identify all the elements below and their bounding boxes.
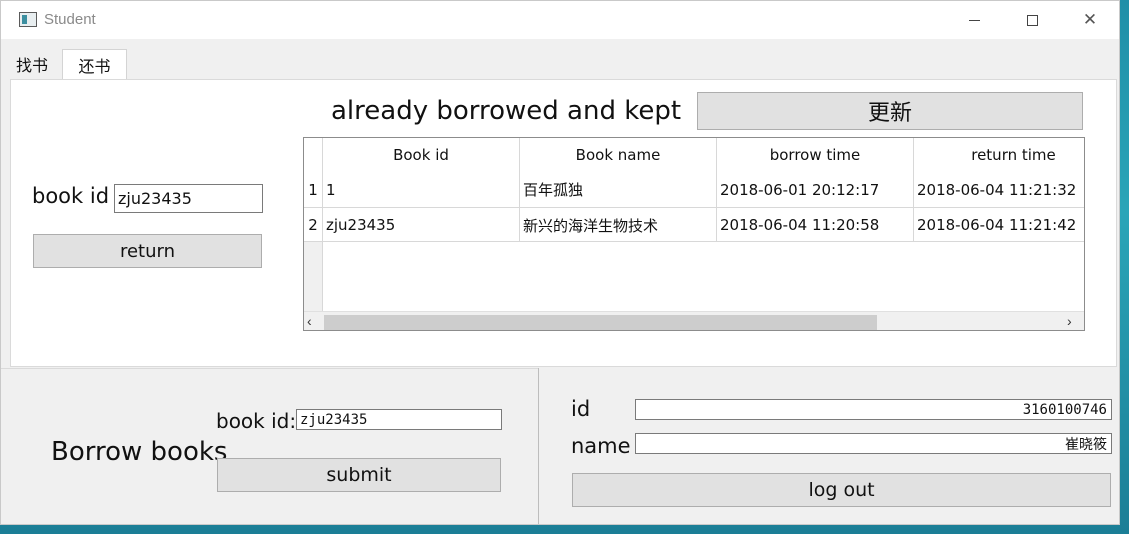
- row-header-2[interactable]: 2: [304, 208, 323, 242]
- borrow-book-id-label: book id:: [216, 409, 297, 433]
- return-tab-panel: book id zju23435 return already borrowed…: [10, 79, 1117, 367]
- title-bar[interactable]: Student ✕: [1, 1, 1119, 39]
- user-id-field[interactable]: 3160100746: [635, 399, 1112, 420]
- student-window: Student ✕ 找书 还书 book id zju23435 return …: [0, 0, 1120, 525]
- column-header-borrow-time[interactable]: borrow time: [717, 138, 914, 172]
- return-button[interactable]: return: [33, 234, 262, 268]
- minimize-button[interactable]: [946, 1, 1002, 39]
- row-header-1[interactable]: 1: [304, 172, 323, 207]
- maximize-icon: [1026, 14, 1038, 26]
- table-cell-book-name[interactable]: 新兴的海洋生物技术: [520, 208, 717, 242]
- submit-button[interactable]: submit: [217, 458, 501, 492]
- borrowed-table: Book id Book name borrow time return tim…: [303, 137, 1085, 331]
- column-header-book-name[interactable]: Book name: [520, 138, 717, 172]
- close-button[interactable]: ✕: [1062, 1, 1118, 39]
- row-divider: [304, 241, 1084, 242]
- user-name-field[interactable]: 崔晓筱: [635, 433, 1112, 454]
- column-header-book-id[interactable]: Book id: [323, 138, 520, 172]
- borrow-books-title: Borrow books: [51, 437, 228, 467]
- logout-button[interactable]: log out: [572, 473, 1111, 507]
- column-header-return-time[interactable]: return time: [914, 138, 1084, 172]
- borrow-book-id-input[interactable]: zju23435: [296, 409, 502, 430]
- scroll-left-icon[interactable]: ‹: [307, 313, 312, 329]
- scrollbar-thumb[interactable]: [324, 315, 877, 330]
- refresh-button[interactable]: 更新: [697, 92, 1083, 130]
- close-icon: ✕: [1082, 10, 1098, 29]
- tab-find-book[interactable]: 找书: [7, 49, 57, 79]
- tab-return-book[interactable]: 还书: [62, 49, 127, 80]
- scroll-right-icon[interactable]: ›: [1067, 313, 1072, 329]
- return-book-id-input[interactable]: zju23435: [114, 184, 263, 213]
- row-header-filler: [304, 242, 323, 311]
- horizontal-scrollbar[interactable]: ‹ ›: [304, 311, 1084, 330]
- panel-divider: [538, 368, 539, 524]
- user-id-label: id: [571, 397, 591, 421]
- app-icon: [19, 12, 37, 27]
- return-book-id-label: book id: [32, 184, 110, 208]
- table-corner[interactable]: [304, 138, 323, 172]
- table-cell-book-name[interactable]: 百年孤独: [520, 172, 717, 207]
- window-title: Student: [44, 11, 96, 28]
- borrowed-section-title: already borrowed and kept: [331, 96, 682, 126]
- table-cell-return-time[interactable]: 2018-06-04 11:21:42: [914, 208, 1084, 242]
- table-cell-return-time[interactable]: 2018-06-04 11:21:32: [914, 172, 1084, 207]
- maximize-button[interactable]: [1004, 1, 1060, 39]
- table-cell-borrow-time[interactable]: 2018-06-01 20:12:17: [717, 172, 914, 207]
- user-name-label: name: [571, 434, 631, 458]
- table-cell-borrow-time[interactable]: 2018-06-04 11:20:58: [717, 208, 914, 242]
- table-cell-book-id[interactable]: 1: [323, 172, 520, 207]
- table-cell-book-id[interactable]: zju23435: [323, 208, 520, 242]
- minimize-icon: [968, 19, 980, 21]
